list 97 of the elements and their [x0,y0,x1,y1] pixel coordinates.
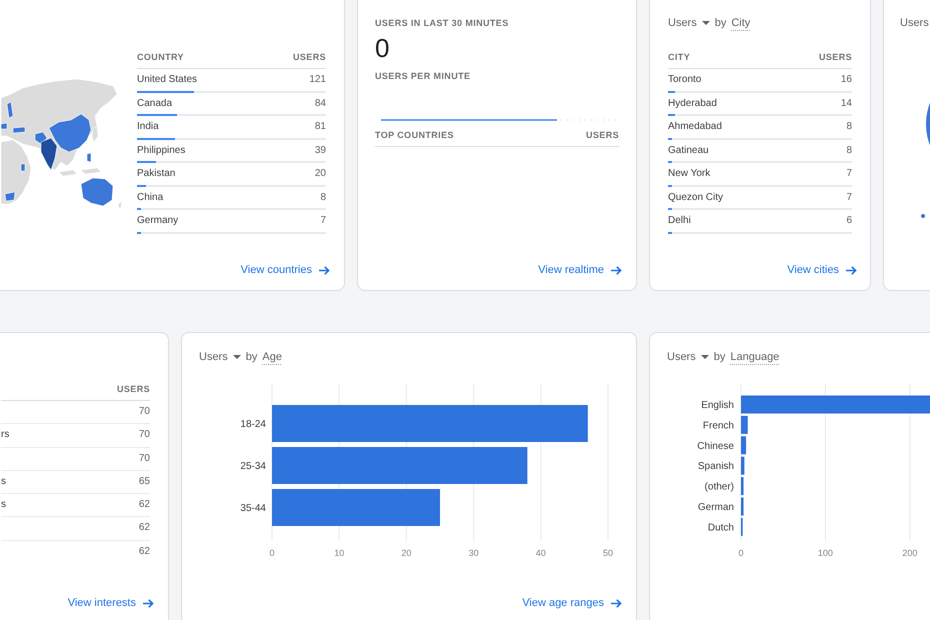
user-count: 81 [314,120,326,134]
city-name: Toronto [668,73,702,87]
country-name: Canada [137,96,172,110]
user-count: 8 [846,120,852,134]
section-label: USERS IN LAST 30 MINUTES [375,17,510,30]
metric-dropdown[interactable]: Users [668,16,710,30]
country-name: United States [137,73,198,87]
interest-name: rs [1,428,10,442]
dimension-picker[interactable]: City [731,16,750,30]
by-label: by [714,16,726,30]
view-link[interactable]: View age ranges [522,595,622,611]
category-label: Chinese [697,440,734,452]
tick-label: 40 [536,548,546,558]
country-name: India [137,120,159,134]
category-label: 35-44 [240,503,266,514]
arrow-right-icon [143,598,154,608]
city-name: Quezon City [668,190,724,204]
caret-icon [232,355,241,359]
category-label: Spanish [698,461,734,472]
language-bar [741,498,744,516]
user-count: 6 [846,214,852,228]
language-bar [741,456,744,475]
city-name: Ahmedabad [668,120,722,134]
arrow-right-icon [611,598,622,608]
by-label: by [714,350,726,364]
arrow-right-icon [846,266,857,274]
user-count: 20 [314,167,326,181]
user-count: 84 [314,96,326,110]
user-count: 8 [320,190,326,204]
column-header: TOP COUNTRIES [375,129,454,142]
dimension-picker[interactable]: Age [262,350,282,364]
language-bar [741,477,744,496]
user-count: 62 [138,544,150,559]
category-label: Dutch [708,522,734,534]
user-count: 70 [138,428,150,442]
user-count: 121 [309,73,326,87]
country-name: China [137,190,164,204]
user-count: 62 [138,498,150,512]
user-count: 16 [840,73,852,87]
city-name: Delhi [668,214,691,228]
language-bar [741,416,748,434]
city-name: Gatineau [668,144,709,158]
user-count: 70 [138,452,150,466]
legend-dot-icon [921,214,925,218]
arrow-right-icon [611,266,622,274]
user-count: 14 [840,96,852,110]
column-header: USERS [818,51,852,64]
user-count: 7 [846,167,852,181]
active-users-count: 0 [375,33,390,63]
arrow-right-icon [319,266,330,274]
view-link[interactable]: View countries [240,262,330,278]
column-header: USERS [116,383,150,396]
section-label: USERS PER MINUTE [375,70,472,83]
user-count: 65 [138,474,150,489]
column-header: USERS [292,51,326,64]
view-link[interactable]: View interests [68,595,154,611]
language-bar [741,436,746,454]
view-link[interactable]: View cities [787,262,857,278]
metric-dropdown[interactable]: Users [900,16,929,30]
caret-icon [702,21,710,25]
category-label: English [701,400,734,411]
user-count: 8 [846,144,852,158]
category-label: French [702,420,734,432]
tick-label: 10 [334,548,344,558]
city-name: New York [668,167,710,181]
country-name: Germany [137,214,178,228]
donut-chart-drawing [926,100,930,148]
tick-label: 200 [902,548,918,558]
column-header: CITY [668,51,690,64]
view-link[interactable]: View realtime [538,262,622,278]
user-count: 39 [314,144,326,158]
column-header: USERS [586,129,619,142]
category-label: (other) [704,482,734,493]
user-count: 70 [138,405,150,419]
tick-label: 100 [818,548,833,558]
tick-label: 50 [603,548,613,558]
interest-name: s [1,498,6,512]
tick-label: 0 [738,548,744,558]
user-count: 7 [846,190,852,204]
country-name: Pakistan [137,167,176,181]
metric-dropdown[interactable]: Users [199,350,241,364]
dimension-picker[interactable]: Language [730,350,780,364]
interest-name: s [1,474,6,489]
user-count: 7 [320,214,326,228]
by-label: by [246,350,258,364]
column-header: COUNTRY [137,51,184,64]
tick-label: 0 [270,548,274,558]
tick-label: 20 [401,548,412,558]
category-label: 18-24 [240,419,266,430]
category-label: German [698,502,734,513]
caret-icon [700,355,709,359]
user-count: 62 [138,521,150,536]
category-label: 25-34 [240,461,266,472]
metric-dropdown[interactable]: Users [667,350,709,364]
city-name: Hyderabad [668,96,717,110]
country-name: Philippines [137,144,186,158]
tick-label: 30 [468,548,479,558]
